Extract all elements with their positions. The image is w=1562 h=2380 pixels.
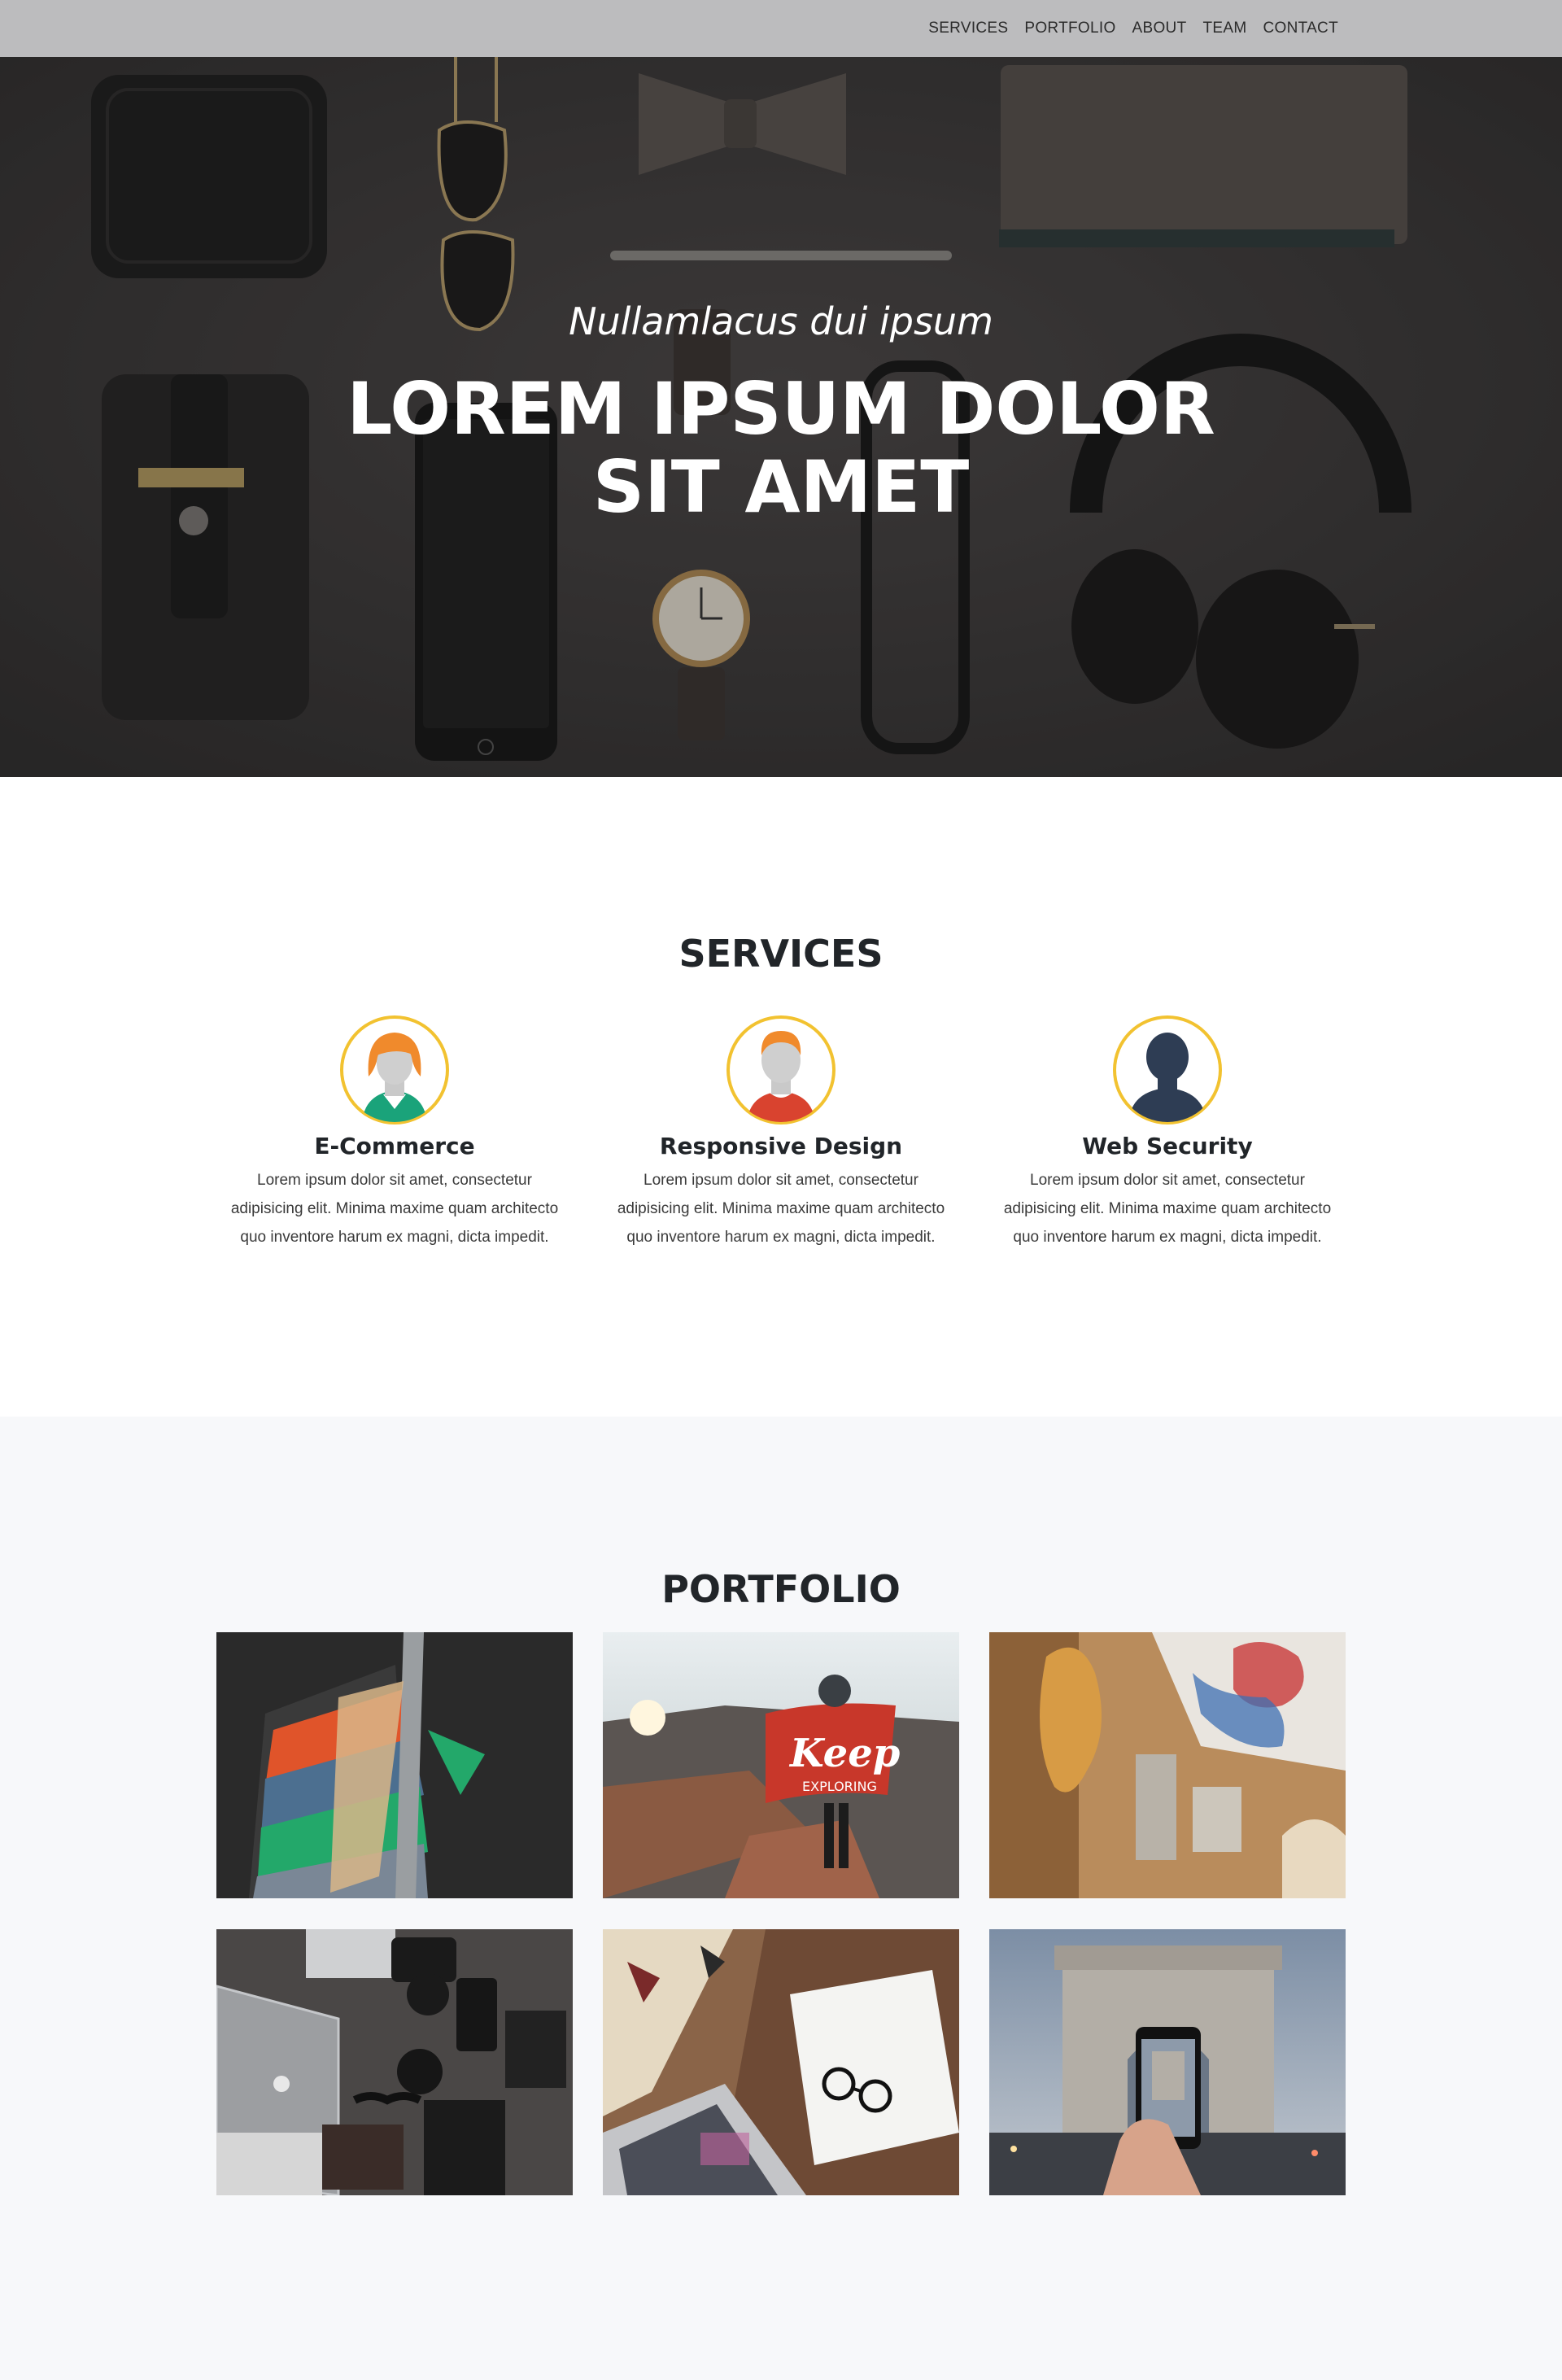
services-heading: SERVICES (678, 932, 884, 976)
service-card-web-security: Web Security Lorem ipsum dolor sit amet,… (988, 1013, 1346, 1251)
nav-link-team[interactable]: TEAM (1202, 20, 1246, 37)
service-title: E-Commerce (314, 1133, 475, 1159)
portfolio-item-laptop-notebook[interactable] (603, 1929, 959, 2195)
woman-avatar-icon (340, 1015, 449, 1124)
portfolio-item-keep-exploring[interactable]: Keep EXPLORING (603, 1632, 959, 1898)
clothes-rack-photo (216, 1632, 573, 1898)
service-card-responsive-design: Responsive Design Lorem ipsum dolor sit … (602, 1013, 960, 1251)
portfolio-item-clothes-rack[interactable] (216, 1632, 573, 1898)
laptop-notebook-glasses-photo (603, 1929, 959, 2195)
nav-links: SERVICES PORTFOLIO ABOUT TEAM CONTACT (928, 0, 1338, 57)
hero: Nullamlacus dui ipsum LOREM IPSUM DOLOR … (0, 57, 1562, 777)
portfolio-heading: PORTFOLIO (661, 1567, 901, 1611)
guitar-workshop-photo (989, 1632, 1346, 1898)
man-avatar-icon (726, 1015, 836, 1124)
portfolio-item-guitar-workshop[interactable] (989, 1632, 1346, 1898)
flag-text-exploring: EXPLORING (802, 1779, 877, 1794)
laptop-camera-desk-photo (216, 1929, 573, 2195)
silhouette-avatar-icon (1113, 1015, 1222, 1124)
service-card-ecommerce: E-Commerce Lorem ipsum dolor sit amet, c… (216, 1013, 574, 1251)
nav-link-about[interactable]: ABOUT (1132, 20, 1187, 37)
nav-link-contact[interactable]: CONTACT (1263, 20, 1338, 37)
nav-link-services[interactable]: SERVICES (928, 20, 1008, 37)
portfolio-item-arc-de-triomphe[interactable] (989, 1929, 1346, 2195)
keep-exploring-flag-photo: Keep EXPLORING (603, 1632, 959, 1898)
navbar: SERVICES PORTFOLIO ABOUT TEAM CONTACT (0, 0, 1562, 57)
portfolio-section: PORTFOLIO Keep EXPLORING (0, 1417, 1562, 2380)
portfolio-item-laptop-camera[interactable] (216, 1929, 573, 2195)
hero-title: LOREM IPSUM DOLOR SIT AMET (347, 367, 1215, 529)
flag-text-keep: Keep (788, 1731, 900, 1776)
services-section: SERVICES E-Commerce Lorem ipsum dolor si… (0, 777, 1562, 1417)
service-title: Responsive Design (659, 1133, 903, 1159)
nav-link-portfolio[interactable]: PORTFOLIO (1024, 20, 1115, 37)
arc-de-triomphe-phone-photo (989, 1929, 1346, 2195)
service-title: Web Security (1082, 1133, 1253, 1159)
service-description: Lorem ipsum dolor sit amet, consectetur … (1003, 1172, 1332, 1246)
service-description: Lorem ipsum dolor sit amet, consectetur … (230, 1172, 559, 1246)
hero-subtitle: Nullamlacus dui ipsum (569, 299, 993, 343)
service-description: Lorem ipsum dolor sit amet, consectetur … (617, 1172, 945, 1246)
